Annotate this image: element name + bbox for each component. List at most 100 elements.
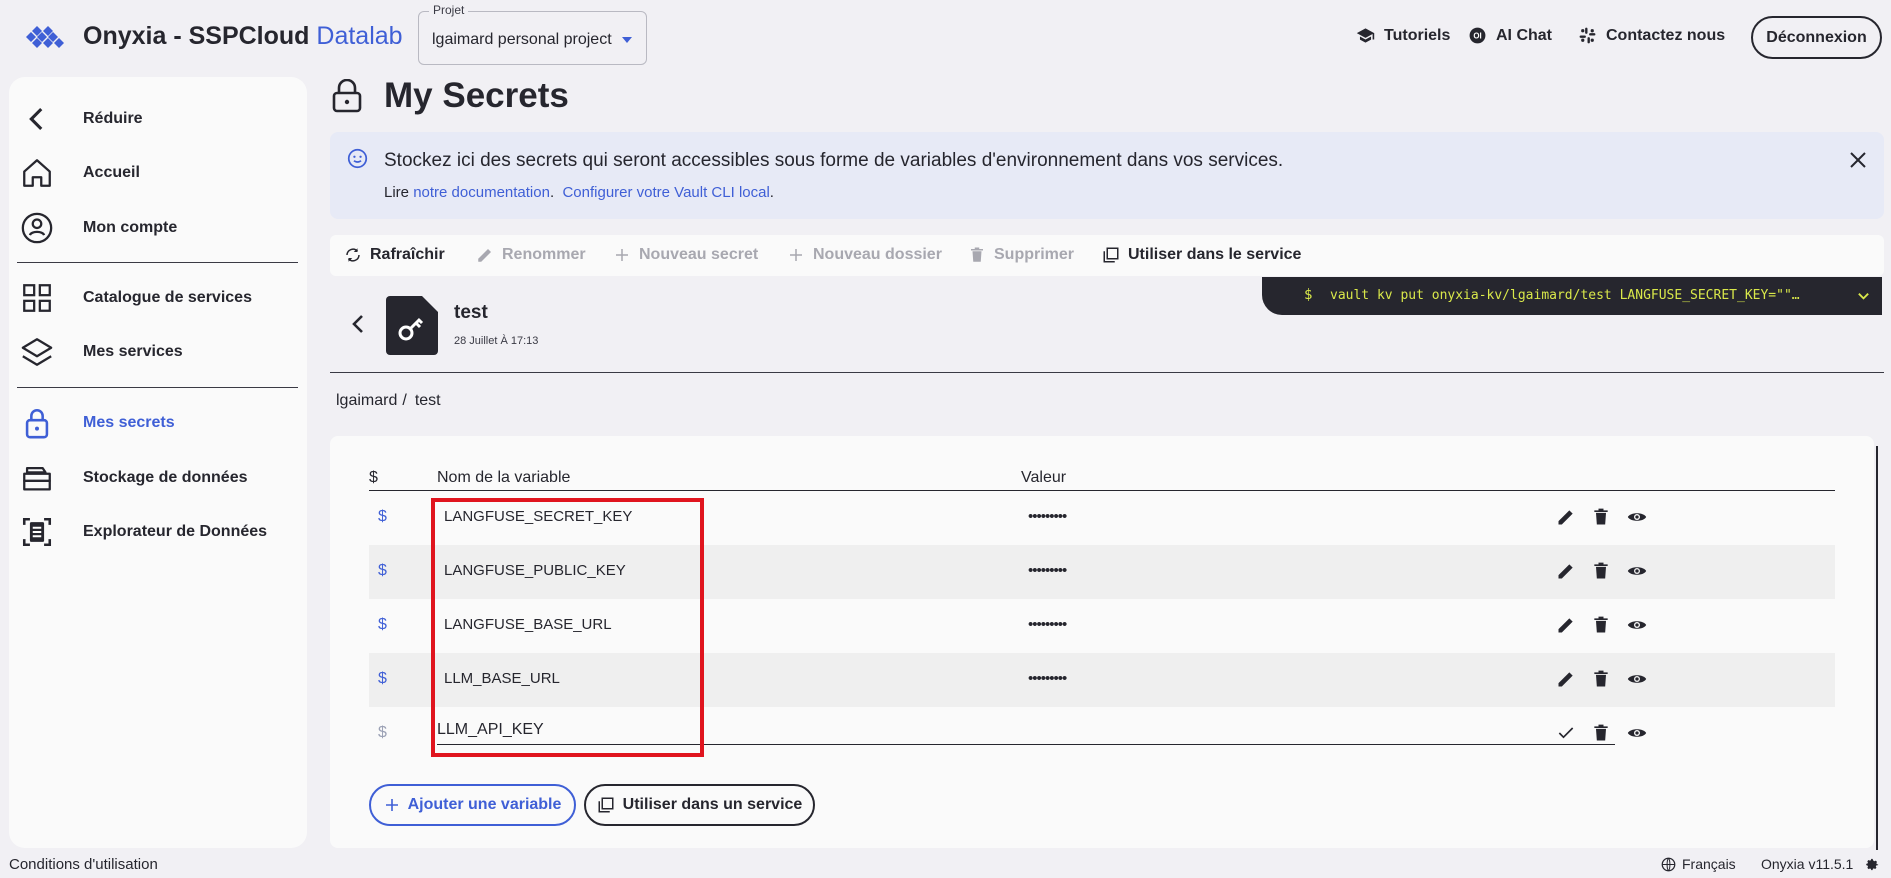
dollar-cell[interactable]: $ [378,616,387,634]
language-label: Français [1682,856,1736,872]
eye-icon [1627,513,1647,521]
variable-value-cell: ••••••••• [1028,508,1067,525]
trash-icon [1594,724,1608,741]
sidebar-item-account[interactable]: Mon compte [18,206,288,250]
terminal-command: vault kv put onyxia-kv/lgaimard/test LAN… [1330,288,1800,303]
rename-button[interactable]: Renommer [476,246,586,264]
language-selector[interactable]: Français [1661,856,1736,872]
back-chevron-icon[interactable] [349,314,367,334]
alert-dot: . [549,184,563,201]
delete-row-button[interactable] [1591,723,1611,743]
vault-cli-link[interactable]: Configurer votre Vault CLI local [562,184,769,201]
project-select-label: Projet [429,3,469,17]
plus-icon [385,799,398,811]
copy-icon [598,797,614,813]
vault-cli-command[interactable]: $ vault kv put onyxia-kv/lgaimard/test L… [1262,277,1882,315]
terms-link[interactable]: Conditions d'utilisation [9,856,158,873]
variable-value-cell: ••••••••• [1028,562,1067,579]
sidebar-item-collapse[interactable]: Réduire [18,97,288,141]
confirm-button[interactable] [1556,723,1576,743]
dollar-cell[interactable]: $ [378,562,387,580]
edit-button[interactable] [1556,561,1576,581]
ai-chat-label: AI Chat [1496,26,1552,44]
show-value-button[interactable] [1627,669,1647,689]
show-value-button[interactable] [1627,723,1647,743]
secret-date: 28 Juillet À 17:13 [454,335,539,347]
delete-row-button[interactable] [1591,507,1611,527]
new-folder-button[interactable]: Nouveau dossier [787,246,942,264]
plus-icon [616,249,628,261]
sidebar-item-label: Accueil [83,164,140,181]
add-variable-label: Ajouter une variable [407,796,562,813]
lock-icon [332,79,362,113]
use-in-service-toolbar-button[interactable]: Utiliser dans le service [1102,246,1301,264]
scrollbar[interactable] [1876,446,1878,850]
contact-link[interactable]: Contactez nous [1578,26,1725,45]
project-select[interactable]: Projet lgaimard personal project [418,3,647,65]
delete-row-button[interactable] [1591,669,1611,689]
info-alert: Stockez ici des secrets qui seront acces… [330,132,1884,219]
globe-icon [1661,857,1676,871]
sidebar-item-home[interactable]: Accueil [18,151,288,195]
data-explorer-icon [22,517,52,547]
ai-chat-icon: OI [1469,27,1486,44]
page-title: My Secrets [384,76,569,115]
version-label: Onyxia v11.5.1 [1761,856,1854,872]
trash-icon [1594,616,1608,633]
alert-dot: . [769,184,774,201]
refresh-button[interactable]: Rafraîchir [344,246,445,264]
eye-icon [1627,567,1647,575]
sidebar-item-storage[interactable]: Stockage de données [18,456,288,500]
alert-prefix: Lire [384,184,414,201]
dollar-cell[interactable]: $ [378,670,387,688]
delete-row-button[interactable] [1591,615,1611,635]
edit-button[interactable] [1556,615,1576,635]
use-in-service-button[interactable]: Utiliser dans un service [584,784,815,826]
check-icon [1558,727,1574,739]
sidebar-item-label: Mon compte [83,219,178,236]
edit-button[interactable] [1556,669,1576,689]
brand-title[interactable]: Onyxia - SSPCloud Datalab [83,22,403,51]
new-secret-button[interactable]: Nouveau secret [613,246,758,264]
eye-icon [1627,675,1647,683]
account-icon [21,212,53,244]
sidebar-item-label: Mes services [83,343,183,360]
pencil-icon [1558,672,1573,687]
sidebar-divider [17,387,298,388]
delete-row-button[interactable] [1591,561,1611,581]
eye-icon [1627,621,1647,629]
new-secret-label: Nouveau secret [639,246,759,263]
show-value-button[interactable] [1627,507,1647,527]
dollar-cell[interactable]: $ [378,508,387,526]
variable-value-cell: ••••••••• [1028,616,1067,633]
variable-value-cell: ••••••••• [1028,670,1067,687]
sidebar-item-data-explorer[interactable]: Explorateur de Données [18,510,288,554]
divider [330,372,1884,373]
storage-icon [23,466,51,491]
documentation-link[interactable]: notre documentation [413,184,550,201]
ai-chat-link[interactable]: OI AI Chat [1468,26,1552,45]
pencil-icon [1558,564,1573,579]
edit-button[interactable] [1556,507,1576,527]
close-icon[interactable] [1849,151,1867,169]
delete-button[interactable]: Supprimer [968,246,1074,264]
slack-icon [1579,27,1596,44]
breadcrumb-root[interactable]: lgaimard [336,392,397,409]
annotation-highlight-box [431,498,704,757]
sidebar-item-my-services[interactable]: Mes services [18,330,288,374]
gear-icon[interactable] [1865,857,1880,872]
plus-icon [790,249,802,261]
onyxia-logo-icon[interactable] [24,22,68,52]
show-value-button[interactable] [1627,615,1647,635]
breadcrumb-current: test [414,392,441,409]
sidebar-item-catalog[interactable]: Catalogue de services [18,276,288,320]
sidebar-item-my-secrets[interactable]: Mes secrets [18,401,288,445]
tutorials-link[interactable]: Tutoriels [1356,26,1450,45]
graduation-cap-icon [1356,28,1375,43]
show-value-button[interactable] [1627,561,1647,581]
pencil-icon [1558,510,1573,525]
chevron-down-icon[interactable] [1857,290,1870,303]
dollar-cell[interactable]: $ [378,724,387,742]
add-variable-button[interactable]: Ajouter une variable [369,784,576,826]
logout-button[interactable]: Déconnexion [1751,16,1882,59]
